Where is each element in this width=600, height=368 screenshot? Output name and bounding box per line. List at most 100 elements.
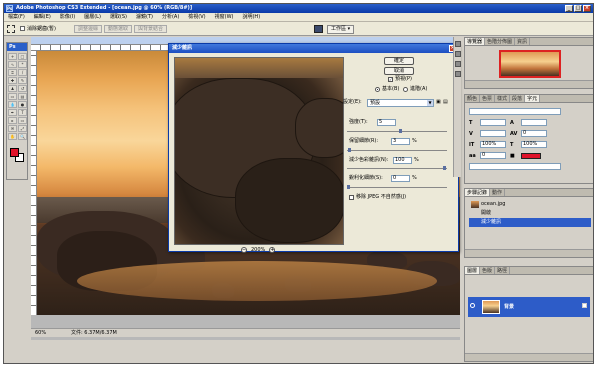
history-item[interactable]: 開啟 xyxy=(469,209,591,218)
brushes-icon[interactable] xyxy=(455,51,461,57)
tab-paragraph[interactable]: 段落 xyxy=(510,95,526,102)
history-item[interactable]: 減少雜訊 xyxy=(469,218,591,227)
strength-input[interactable]: 5 xyxy=(377,119,396,126)
pen-tool-icon[interactable]: ✒ xyxy=(8,109,17,116)
tab-info[interactable]: 資訊 xyxy=(515,38,531,45)
brush-tool-icon[interactable]: ✎ xyxy=(18,77,27,84)
layer-row[interactable]: 背景 xyxy=(468,297,590,317)
hand-tool-icon[interactable]: ✋ xyxy=(8,133,17,140)
layer-comps-icon[interactable] xyxy=(455,71,461,77)
dynamic-select-button[interactable]: 動態選取 xyxy=(104,25,133,33)
baseline-shift-input[interactable]: 0 xyxy=(480,152,506,159)
preserve-details-slider-knob[interactable] xyxy=(348,148,351,152)
menu-window[interactable]: 視窗(W) xyxy=(215,13,234,21)
strength-slider[interactable] xyxy=(347,129,447,133)
workspace-button[interactable]: 工作區 ▾ xyxy=(327,25,355,34)
tool-presets-icon[interactable] xyxy=(455,41,461,47)
eye-icon[interactable] xyxy=(470,303,475,308)
basic-radio[interactable] xyxy=(375,87,380,92)
vertical-scale-input[interactable]: 100% xyxy=(480,141,506,148)
magic-wand-tool-icon[interactable]: * xyxy=(18,61,27,68)
menu-select[interactable]: 選取(S) xyxy=(110,13,127,21)
strength-slider-knob[interactable] xyxy=(399,129,402,133)
eyedropper-tool-icon[interactable]: ⤢ xyxy=(18,125,27,132)
save-settings-icon[interactable]: ▣ xyxy=(436,99,441,106)
leading-input[interactable] xyxy=(521,119,547,126)
sharpen-details-slider-knob[interactable] xyxy=(347,185,350,189)
sharpen-details-slider[interactable] xyxy=(347,185,447,189)
zoom-in-button[interactable]: + xyxy=(269,247,276,253)
zoom-tool-icon[interactable]: 🔍 xyxy=(18,133,27,140)
menu-file[interactable]: 檔案(F) xyxy=(8,13,25,21)
menu-view[interactable]: 檢視(V) xyxy=(188,13,205,21)
minimize-button[interactable]: _ xyxy=(565,5,573,12)
text-color-swatch[interactable] xyxy=(521,152,541,159)
delete-settings-icon[interactable]: ▤ xyxy=(443,99,448,106)
close-window-button[interactable]: × xyxy=(583,5,591,12)
tab-styles[interactable]: 樣式 xyxy=(495,95,511,102)
foreground-color-swatch[interactable] xyxy=(10,148,19,157)
tab-history[interactable]: 步驟記錄 xyxy=(465,189,491,196)
history-snapshot[interactable]: ocean.jpg xyxy=(469,200,591,209)
zoom-level[interactable]: 60% xyxy=(35,329,46,338)
marquee-tool-icon[interactable] xyxy=(7,25,15,33)
preserve-details-input[interactable]: 3 xyxy=(391,138,410,145)
navigator-thumbnail[interactable] xyxy=(499,50,561,78)
path-select-tool-icon[interactable]: ▸ xyxy=(8,117,17,124)
language-select[interactable] xyxy=(469,163,561,170)
menu-edit[interactable]: 編輯(E) xyxy=(34,13,51,21)
tab-actions[interactable]: 動作 xyxy=(490,189,506,196)
eraser-tool-icon[interactable]: ▭ xyxy=(8,93,17,100)
clone-stamp-tool-icon[interactable]: ♟ xyxy=(8,85,17,92)
tab-layers[interactable]: 圖層 xyxy=(465,267,481,274)
font-family-select[interactable] xyxy=(469,108,561,115)
workspace-icon[interactable] xyxy=(314,25,323,33)
dodge-tool-icon[interactable]: ● xyxy=(18,101,27,108)
preview-checkbox[interactable]: ✓ xyxy=(388,77,393,82)
move-tool-icon[interactable]: + xyxy=(8,53,17,60)
menu-help[interactable]: 說明(H) xyxy=(242,13,260,21)
blur-tool-icon[interactable]: 💧 xyxy=(8,101,17,108)
menu-filter[interactable]: 濾鏡(T) xyxy=(136,13,153,21)
type-tool-icon[interactable]: T xyxy=(18,109,27,116)
cancel-button[interactable]: 取消 xyxy=(384,67,414,75)
crop-tool-icon[interactable]: ⌗ xyxy=(8,69,17,76)
tracking-input[interactable]: 0 xyxy=(521,130,547,137)
tab-swatches[interactable]: 色票 xyxy=(480,95,496,102)
gradient-tool-icon[interactable]: ▤ xyxy=(18,93,27,100)
lasso-tool-icon[interactable]: ∿ xyxy=(8,61,17,68)
menu-analysis[interactable]: 分析(A) xyxy=(162,13,179,21)
horizontal-scale-input[interactable]: 100% xyxy=(521,141,547,148)
preserve-details-slider[interactable] xyxy=(347,148,447,152)
clone-source-icon[interactable] xyxy=(455,61,461,67)
tab-navigator[interactable]: 導覽器 xyxy=(465,38,486,45)
noise-preview-image[interactable] xyxy=(174,57,344,245)
maximize-button[interactable]: □ xyxy=(574,5,582,12)
notes-tool-icon[interactable]: ✉ xyxy=(8,125,17,132)
tab-color[interactable]: 顏色 xyxy=(465,95,481,102)
marquee-tool-icon[interactable]: □ xyxy=(18,53,27,60)
history-brush-tool-icon[interactable]: ↺ xyxy=(18,85,27,92)
shape-tool-icon[interactable]: ▭ xyxy=(18,117,27,124)
anti-alias-checkbox[interactable] xyxy=(20,26,25,31)
ok-button[interactable]: 確定 xyxy=(384,57,414,65)
color-noise-slider-knob[interactable] xyxy=(443,166,446,170)
color-noise-input[interactable]: 100 xyxy=(393,157,412,164)
healing-brush-tool-icon[interactable]: ✚ xyxy=(8,77,17,84)
tab-character[interactable]: 字元 xyxy=(525,95,541,102)
font-size-input[interactable] xyxy=(480,119,506,126)
kerning-input[interactable] xyxy=(480,130,506,137)
advanced-radio[interactable] xyxy=(403,87,408,92)
settings-select[interactable]: 預設 ▼ xyxy=(367,99,434,107)
tab-channels[interactable]: 色版 xyxy=(480,267,496,274)
menu-image[interactable]: 影像(I) xyxy=(60,13,75,21)
tab-paths[interactable]: 路徑 xyxy=(495,267,511,274)
slice-tool-icon[interactable]: / xyxy=(18,69,27,76)
jpeg-artifact-checkbox[interactable] xyxy=(349,195,354,200)
menu-layer[interactable]: 圖層(L) xyxy=(84,13,101,21)
tab-histogram[interactable]: 色階分佈圖 xyxy=(485,38,516,45)
blend-background-button[interactable]: 與背景結合 xyxy=(134,25,168,33)
zoom-out-button[interactable]: − xyxy=(241,247,247,253)
color-noise-slider[interactable] xyxy=(347,166,447,170)
sharpen-details-input[interactable]: 0 xyxy=(391,175,410,182)
